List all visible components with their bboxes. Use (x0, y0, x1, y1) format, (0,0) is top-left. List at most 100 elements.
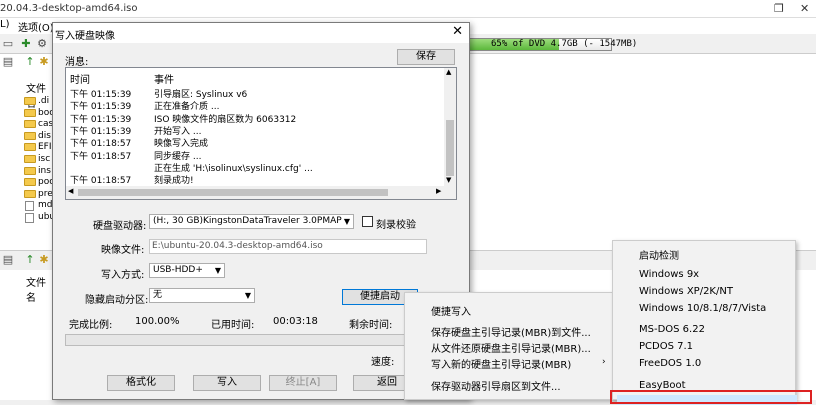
toolbar-tool-icon[interactable]: ✚ (20, 38, 32, 50)
log-row-time: 下午 01:15:39 (70, 102, 132, 113)
hidden-partition-select[interactable]: 无 ▼ (149, 288, 255, 303)
chevron-down-icon: ▼ (214, 266, 221, 275)
image-file-field[interactable]: E:\ubuntu-20.04.3-desktop-amd64.iso (149, 239, 427, 254)
local-file-pane[interactable]: 文件名 (0, 270, 56, 400)
toolbar-settings-icon[interactable]: ⚙ (36, 38, 48, 50)
submenu-item[interactable]: Windows XP/2K/NT (639, 286, 733, 297)
image-file-label: 映像文件: (101, 245, 145, 256)
progress-value: 100.00% (135, 316, 180, 327)
drive-select[interactable]: (H:, 30 GB)KingstonDataTraveler 3.0PMAP … (149, 214, 354, 229)
scroll-down-icon[interactable]: ▼ (446, 176, 451, 184)
folder-icon (24, 155, 36, 163)
submenu-item[interactable]: MS-DOS 6.22 (639, 324, 705, 335)
folder-icon (24, 120, 36, 129)
drive-select-value: (H:, 30 GB)KingstonDataTraveler 3.0PMAP (153, 216, 342, 226)
log-row-event: 正在准备介质 ... (154, 102, 220, 113)
stop-button[interactable]: 终止[A] (269, 375, 337, 391)
folder-icon (24, 97, 36, 105)
file-icon: ▤ (2, 253, 14, 266)
write-mode-value: USB-HDD+ (153, 265, 203, 275)
context-menu-item[interactable]: 便捷写入 (431, 303, 471, 318)
restore-icon[interactable]: ❐ (774, 2, 784, 15)
context-menu-item[interactable]: 写入新的硬盘主引导记录(MBR) (431, 356, 571, 371)
file-icon (25, 213, 34, 223)
log-row-event: 同步缓存 ... (154, 151, 202, 162)
verify-label: 刻录校验 (376, 220, 416, 231)
dialog-title-bar: 写入硬盘映像 ✕ (53, 23, 469, 43)
submenu-item[interactable]: Windows 9x (639, 269, 699, 280)
disk-capacity-text: 65% of DVD 4.7GB (- 1547MB) (491, 39, 638, 49)
log-row-time: 下午 01:18:57 (70, 176, 132, 187)
file-list-item[interactable]: cas (38, 119, 53, 129)
log-row-time: 下午 01:15:39 (70, 90, 132, 100)
submenu-item[interactable]: FreeDOS 1.0 (639, 358, 701, 369)
log-col-event[interactable]: 事件 (154, 71, 174, 86)
folder-icon (24, 108, 36, 117)
log-row-time: 下午 01:15:39 (70, 114, 132, 125)
scroll-right-icon[interactable]: ▶ (436, 187, 441, 195)
file-list-item[interactable]: ins (38, 166, 51, 176)
log-row-event: 开始写入 ... (154, 126, 202, 137)
log-row-event: 正在生成 'H:\isolinux\syslinux.cfg' ... (154, 163, 313, 174)
file-list-item[interactable]: pre (38, 189, 53, 199)
write-mode-label: 写入方式: (101, 270, 145, 281)
context-menu-item[interactable]: 保存驱动器引导扇区到文件... (431, 378, 561, 393)
write-button[interactable]: 写入 (193, 375, 261, 391)
submenu-item[interactable]: Windows 10/8.1/8/7/Vista (639, 303, 766, 314)
write-mode-select[interactable]: USB-HDD+ ▼ (149, 263, 225, 278)
new-folder-icon[interactable]: ✱ (38, 254, 50, 266)
easyboot-context-menu: 便捷写入保存硬盘主引导记录(MBR)到文件... 从文件还原硬盘主引导记录(MBR… (404, 292, 616, 400)
log-col-time[interactable]: 时间 (70, 71, 90, 86)
folder-icon (24, 166, 36, 175)
submenu-arrow-icon: › (602, 357, 606, 367)
highlight-annotation-box (610, 390, 812, 404)
main-window-title: 20.04.3-desktop-amd64.iso (0, 3, 138, 14)
context-menu-item[interactable]: 从文件还原硬盘主引导记录(MBR)... (431, 340, 591, 355)
submenu-item[interactable]: 启动检测 (639, 247, 679, 262)
remaining-label: 剩余时间: (349, 320, 393, 331)
hidden-partition-label: 隐藏启动分区: (85, 295, 149, 306)
scroll-up-icon[interactable]: ▲ (446, 68, 451, 76)
messages-label: 消息: (65, 57, 89, 68)
file-list-item[interactable]: dis (38, 131, 51, 141)
folder-icon (24, 189, 36, 198)
file-list-item[interactable]: EFI (38, 142, 52, 152)
disk-capacity-bar: 65% of DVD 4.7GB (- 1547MB) (462, 38, 637, 51)
new-folder-icon[interactable]: ✱ (38, 56, 50, 68)
save-button[interactable]: 保存 (397, 49, 455, 65)
log-row-time: 下午 01:15:39 (70, 126, 132, 137)
dialog-title: 写入硬盘映像 (55, 31, 115, 42)
column-header-filename-local[interactable]: 文件名 (26, 274, 55, 304)
verify-checkbox[interactable] (362, 216, 373, 227)
toolbar-drive-icon[interactable]: ▭ (2, 38, 14, 50)
drive-label: 硬盘驱动器: (93, 221, 147, 232)
close-icon[interactable]: ✕ (800, 2, 809, 15)
up-arrow-icon[interactable]: ↑ (24, 254, 36, 266)
file-list-item[interactable]: .di (38, 96, 49, 106)
context-menu-item[interactable]: 保存硬盘主引导记录(MBR)到文件... (431, 324, 591, 339)
log-vertical-scrollbar[interactable]: ▲ ▼ (444, 68, 456, 186)
log-row-event: ISO 映像文件的扇区数为 6063312 (154, 114, 297, 125)
log-header: 时间 事件 (66, 71, 444, 86)
menu-view[interactable]: L) (0, 19, 9, 30)
log-row-event: 刻录成功! (154, 176, 194, 187)
speed-label: 速度: (371, 357, 395, 368)
folder-icon (24, 143, 36, 152)
scroll-left-icon[interactable]: ◀ (68, 187, 73, 195)
file-list-item[interactable]: isc (38, 154, 50, 164)
format-button[interactable]: 格式化 (107, 375, 175, 391)
close-icon[interactable]: ✕ (452, 24, 463, 39)
submenu-item[interactable]: PCDOS 7.1 (639, 341, 693, 352)
log-row-event: 引导扇区: Syslinux v6 (154, 90, 248, 100)
log-row-time: 下午 01:18:57 (70, 139, 132, 150)
log-row-time: 下午 01:18:57 (70, 151, 132, 162)
menu-options[interactable]: 选项(O) (18, 19, 54, 34)
log-horizontal-scrollbar[interactable]: ◀ ▶ (66, 186, 456, 199)
scrollbar-thumb[interactable] (446, 120, 454, 176)
boot-sector-submenu: 启动检测 Windows 9x Windows XP/2K/NT Windows 10… (612, 240, 796, 400)
up-arrow-icon[interactable]: ↑ (24, 56, 36, 68)
file-list-pane[interactable]: ▤ ↑ ✱ 文件名 .diboocasdisEFIiscinspoopremd5… (0, 54, 58, 250)
file-detail-area[interactable] (456, 54, 816, 250)
message-log[interactable]: 时间 事件 下午 01:15:39 引导扇区: Syslinux v6 下午 01:… (65, 67, 457, 200)
scrollbar-thumb[interactable] (78, 189, 388, 196)
